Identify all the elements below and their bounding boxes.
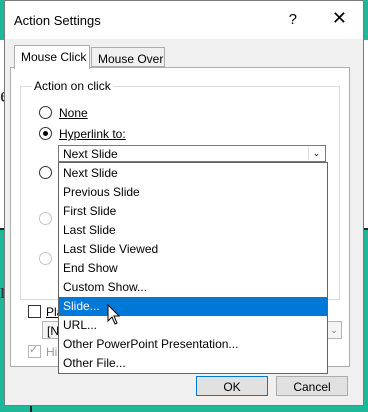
list-item[interactable]: Other File... [59,354,327,373]
hyperlink-select-value: Next Slide [63,147,118,161]
list-item[interactable]: URL... [59,316,327,335]
tab-mouse-over[interactable]: Mouse Over [91,47,165,67]
list-item[interactable]: Custom Show... [59,278,327,297]
ok-button[interactable]: OK [196,376,268,396]
dialog-title: Action Settings [14,13,101,28]
cancel-button[interactable]: Cancel [276,376,348,396]
list-item[interactable]: Next Slide [59,164,327,183]
none-label[interactable]: None [59,106,88,120]
list-item[interactable]: Last Slide Viewed [59,240,327,259]
chevron-down-icon[interactable]: ⌄ [308,147,324,160]
list-item[interactable]: End Show [59,259,327,278]
highlight-label: Hi [46,345,58,359]
list-item-selected[interactable]: Slide... [59,297,327,316]
hyperlink-radio[interactable] [39,127,52,140]
hyperlink-label[interactable]: Hyperlink to: [59,127,126,141]
run-macro-radio[interactable] [39,212,52,225]
tab-label: Mouse Click [21,50,87,64]
play-sound-checkbox[interactable] [28,305,41,318]
list-item[interactable]: First Slide [59,202,327,221]
chevron-down-icon[interactable]: ⌄ [327,322,341,338]
object-action-radio[interactable] [39,252,52,265]
hyperlink-select[interactable]: Next Slide ⌄ [58,145,326,162]
tab-label: Mouse Over [98,52,164,66]
list-item[interactable]: Previous Slide [59,183,327,202]
mouse-cursor-icon [107,304,121,325]
tab-mouse-click[interactable]: Mouse Click [14,45,90,69]
list-item[interactable]: Other PowerPoint Presentation... [59,335,327,354]
highlight-checkbox[interactable] [28,343,41,358]
run-program-radio[interactable] [39,166,52,179]
hyperlink-dropdown-list: Next Slide Previous Slide First Slide La… [58,162,328,374]
list-item[interactable]: Last Slide [59,221,327,240]
title-bar: Action Settings ? ✕ [5,1,363,39]
none-radio[interactable] [39,106,52,119]
help-button[interactable]: ? [289,11,297,28]
group-legend: Action on click [32,79,113,93]
close-button[interactable]: ✕ [332,8,347,29]
